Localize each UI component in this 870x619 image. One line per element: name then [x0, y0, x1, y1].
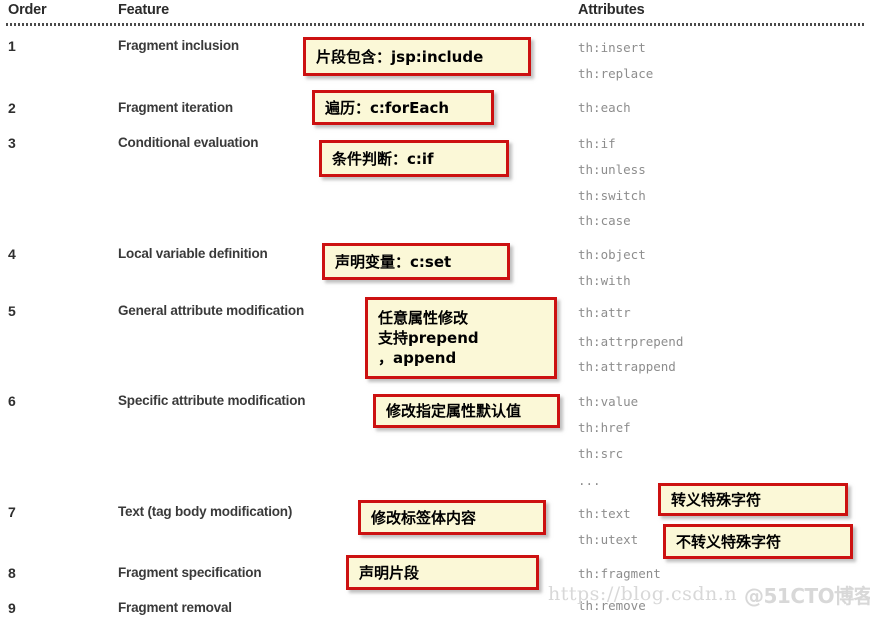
- feature-cell: Fragment iteration: [118, 100, 233, 115]
- attribute-cell: th:remove: [578, 598, 646, 613]
- order-cell: 2: [8, 100, 16, 116]
- callout-line: 声明变量：c:set: [335, 252, 452, 271]
- feature-cell: Fragment inclusion: [118, 38, 239, 53]
- callout-fragment-spec: 声明片段: [346, 555, 539, 590]
- column-header-order: Order: [8, 2, 47, 18]
- callout-line: 支持prepend: [378, 329, 479, 347]
- callout-escape: 转义特殊字符: [658, 483, 848, 516]
- attribute-cell: th:replace: [578, 66, 654, 81]
- callout-line: 转义特殊字符: [671, 490, 762, 509]
- attribute-cell: th:switch: [578, 188, 646, 203]
- order-cell: 7: [8, 504, 16, 520]
- header-separator-rule: [6, 23, 864, 26]
- attribute-cell: th:object: [578, 247, 646, 262]
- feature-cell: General attribute modification: [118, 303, 305, 318]
- order-cell: 3: [8, 135, 16, 151]
- callout-text-modification: 修改标签体内容: [358, 500, 546, 535]
- attribute-cell: th:with: [578, 273, 631, 288]
- attribute-cell: th:value: [578, 394, 639, 409]
- callout-line: 片段包含：jsp:include: [316, 47, 484, 66]
- callout-general-attribute: 任意属性修改 支持prepend ，append: [365, 297, 557, 379]
- feature-cell: Conditional evaluation: [118, 135, 259, 150]
- callout-line: 修改标签体内容: [371, 508, 477, 527]
- attribute-cell: th:insert: [578, 40, 646, 55]
- attribute-cell: th:fragment: [578, 566, 661, 581]
- callout-fragment-inclusion: 片段包含：jsp:include: [303, 37, 531, 76]
- attribute-cell: th:if: [578, 136, 616, 151]
- order-cell: 1: [8, 38, 16, 54]
- callout-line: 声明片段: [359, 563, 420, 582]
- attribute-cell: th:attr: [578, 305, 631, 320]
- order-cell: 4: [8, 246, 16, 262]
- attribute-cell: th:text: [578, 506, 631, 521]
- callout-line: 修改指定属性默认值: [386, 402, 522, 420]
- watermark-brand: @51CTO博客: [744, 584, 870, 608]
- attribute-cell: th:attrprepend: [578, 334, 684, 349]
- callout-line: 条件判断：c:if: [332, 149, 434, 168]
- callout-specific-attribute: 修改指定属性默认值: [373, 394, 560, 428]
- callout-fragment-iteration: 遍历：c:forEach: [312, 90, 494, 125]
- feature-cell: Local variable definition: [118, 246, 268, 261]
- callout-line: 不转义特殊字符: [676, 532, 782, 551]
- order-cell: 9: [8, 600, 16, 616]
- order-cell: 5: [8, 303, 16, 319]
- attribute-cell: th:each: [578, 100, 631, 115]
- attribute-cell: th:unless: [578, 162, 646, 177]
- callout-local-variable: 声明变量：c:set: [322, 243, 510, 280]
- feature-cell: Specific attribute modification: [118, 393, 306, 408]
- attribute-cell: th:src: [578, 446, 624, 461]
- column-header-attributes: Attributes: [578, 2, 645, 18]
- attribute-cell: th:attrappend: [578, 359, 676, 374]
- callout-line: 任意属性修改: [378, 309, 469, 327]
- attribute-cell: ...: [578, 473, 601, 488]
- feature-cell: Fragment removal: [118, 600, 232, 615]
- callout-no-escape: 不转义特殊字符: [663, 524, 853, 559]
- feature-cell: Text (tag body modification): [118, 504, 293, 519]
- order-cell: 6: [8, 393, 16, 409]
- callout-line: ，append: [378, 349, 457, 367]
- attribute-cell: th:utext: [578, 532, 639, 547]
- thymeleaf-attribute-precedence-table: Order Feature Attributes 1 Fragment inclu…: [0, 0, 870, 619]
- order-cell: 8: [8, 565, 16, 581]
- column-header-feature: Feature: [118, 2, 169, 18]
- callout-line: 遍历：c:forEach: [325, 98, 450, 117]
- attribute-cell: th:case: [578, 213, 631, 228]
- feature-cell: Fragment specification: [118, 565, 262, 580]
- callout-conditional: 条件判断：c:if: [319, 140, 509, 177]
- attribute-cell: th:href: [578, 420, 631, 435]
